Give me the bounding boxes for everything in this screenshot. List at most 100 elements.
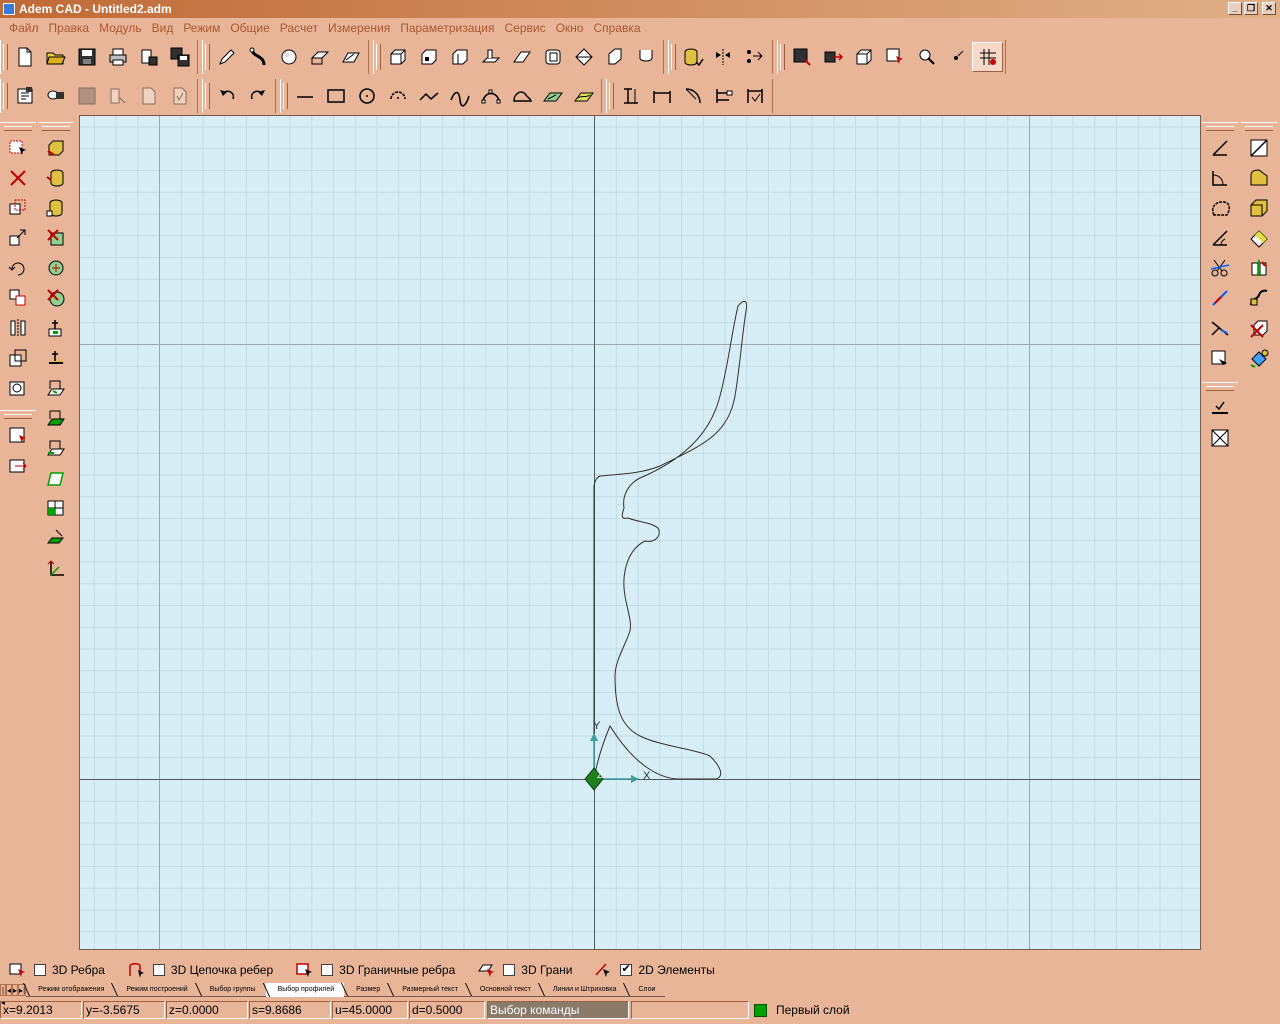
save-all-button[interactable]: [164, 42, 195, 72]
group-select-button[interactable]: [3, 421, 33, 451]
surface-plane-button[interactable]: [1244, 223, 1274, 253]
export-button[interactable]: [133, 42, 164, 72]
menu-measurements[interactable]: Измерения: [323, 21, 395, 35]
menu-calculation[interactable]: Расчет: [275, 21, 323, 35]
group-move-button[interactable]: [3, 451, 33, 481]
open-file-button[interactable]: [40, 42, 71, 72]
rotate-element-button[interactable]: [3, 253, 33, 283]
filter-3d-edges[interactable]: 3D Ребра: [8, 961, 105, 979]
menu-window[interactable]: Окно: [551, 21, 589, 35]
tab-layers[interactable]: Слои: [626, 983, 666, 997]
surface-delete-button[interactable]: [1244, 313, 1274, 343]
cylinder-group-button[interactable]: [41, 193, 71, 223]
menu-view[interactable]: Вид: [147, 21, 179, 35]
clean-button[interactable]: [1205, 423, 1235, 453]
save-model-button[interactable]: [786, 42, 817, 72]
line-button[interactable]: [289, 81, 320, 111]
cylinder-select-button[interactable]: [41, 163, 71, 193]
layer-color-swatch[interactable]: [754, 1004, 767, 1017]
menu-general[interactable]: Общие: [225, 21, 274, 35]
filter-3d-boundary[interactable]: 3D Граничные ребра: [295, 961, 455, 979]
hole-delete-button[interactable]: [41, 283, 71, 313]
restore-button[interactable]: ❐: [1244, 2, 1258, 15]
arc-button[interactable]: [382, 81, 413, 111]
select-element-button[interactable]: [3, 133, 33, 163]
plane-rotate-button[interactable]: [41, 463, 71, 493]
plane-copy-button[interactable]: [41, 373, 71, 403]
filter-3d-chain[interactable]: 3D Цепочка ребер: [127, 961, 273, 979]
surface-blend-button[interactable]: [1244, 283, 1274, 313]
dim-radius-button[interactable]: [677, 81, 708, 111]
properties-button[interactable]: [9, 81, 40, 111]
spline-button[interactable]: [444, 81, 475, 111]
circle-button[interactable]: [351, 81, 382, 111]
angle-line-button[interactable]: [1205, 133, 1235, 163]
distribution-button[interactable]: [739, 42, 770, 72]
minimize-button[interactable]: _: [1228, 2, 1242, 15]
menu-edit[interactable]: Правка: [44, 21, 95, 35]
filter-2d-elements-checkbox[interactable]: [620, 962, 633, 976]
break-button[interactable]: [1205, 313, 1235, 343]
tab-construction-mode[interactable]: Режим построений: [114, 983, 198, 997]
page-button[interactable]: [133, 81, 164, 111]
cylinder-check-button[interactable]: [677, 42, 708, 72]
cup-button[interactable]: [630, 42, 661, 72]
tab-display-mode[interactable]: Режим отображения: [26, 983, 115, 997]
current-layer[interactable]: Первый слой: [776, 1003, 850, 1017]
filter-2d-elements[interactable]: 2D Элементы: [594, 961, 715, 979]
hatch-button[interactable]: [537, 81, 568, 111]
drawing-canvas[interactable]: Y X Z: [79, 115, 1201, 950]
menu-mode[interactable]: Режим: [178, 21, 225, 35]
bezier-button[interactable]: [475, 81, 506, 111]
corner-arc-button[interactable]: [1205, 163, 1235, 193]
dim-vertical-button[interactable]: [615, 81, 646, 111]
sketch-button[interactable]: [211, 42, 242, 72]
surface-diagonal-button[interactable]: [1244, 133, 1274, 163]
ucs-button[interactable]: [41, 553, 71, 583]
fill-region-button[interactable]: [568, 81, 599, 111]
print-button[interactable]: [102, 42, 133, 72]
scale-element-button[interactable]: [3, 343, 33, 373]
contour-button[interactable]: [506, 81, 537, 111]
menu-file[interactable]: Файл: [4, 21, 44, 35]
plane-pair-button[interactable]: [41, 523, 71, 553]
menu-help[interactable]: Справка: [588, 21, 645, 35]
zoom-button[interactable]: [910, 42, 941, 72]
drawing-viewport[interactable]: Y X Z: [80, 116, 1200, 949]
edit-node-button[interactable]: [1205, 343, 1235, 373]
dim-horizontal-button[interactable]: [646, 81, 677, 111]
fillet-button[interactable]: [1205, 193, 1235, 223]
plane-fill-button[interactable]: [41, 403, 71, 433]
view-cursor-button[interactable]: [879, 42, 910, 72]
surface-paint-button[interactable]: [1244, 343, 1274, 373]
extrude-button[interactable]: [475, 42, 506, 72]
mirror-view-button[interactable]: [708, 42, 739, 72]
filter-3d-edges-checkbox[interactable]: [34, 964, 46, 976]
menu-parametrization[interactable]: Параметризация: [395, 21, 499, 35]
extend-button[interactable]: [1205, 283, 1235, 313]
transfer-button[interactable]: [817, 42, 848, 72]
plane-button[interactable]: [335, 42, 366, 72]
new-file-button[interactable]: [9, 42, 40, 72]
redraw-button[interactable]: [102, 81, 133, 111]
offset-element-button[interactable]: [3, 373, 33, 403]
mirror-element-button[interactable]: [3, 313, 33, 343]
solid-select-button[interactable]: [41, 133, 71, 163]
surface-fillet-button[interactable]: [1244, 163, 1274, 193]
chamfer-button[interactable]: [506, 42, 537, 72]
corner-cut-button[interactable]: [1205, 223, 1235, 253]
plane-grid-button[interactable]: [41, 493, 71, 523]
section-button[interactable]: [568, 42, 599, 72]
rectangle-button[interactable]: [320, 81, 351, 111]
dim-check-button[interactable]: [739, 81, 770, 111]
hole-select-button[interactable]: [41, 253, 71, 283]
surface-chamfer-button[interactable]: [1244, 193, 1274, 223]
menu-service[interactable]: Сервис: [500, 21, 551, 35]
close-button[interactable]: ✕: [1262, 2, 1276, 15]
surface-split-button[interactable]: [1244, 253, 1274, 283]
tab-lines-hatching[interactable]: Линии и Штриховка: [540, 983, 627, 997]
filter-3d-chain-checkbox[interactable]: [152, 964, 165, 976]
view-3d-button[interactable]: [848, 42, 879, 72]
box-hole-button[interactable]: [413, 42, 444, 72]
snap-button[interactable]: [941, 42, 972, 72]
